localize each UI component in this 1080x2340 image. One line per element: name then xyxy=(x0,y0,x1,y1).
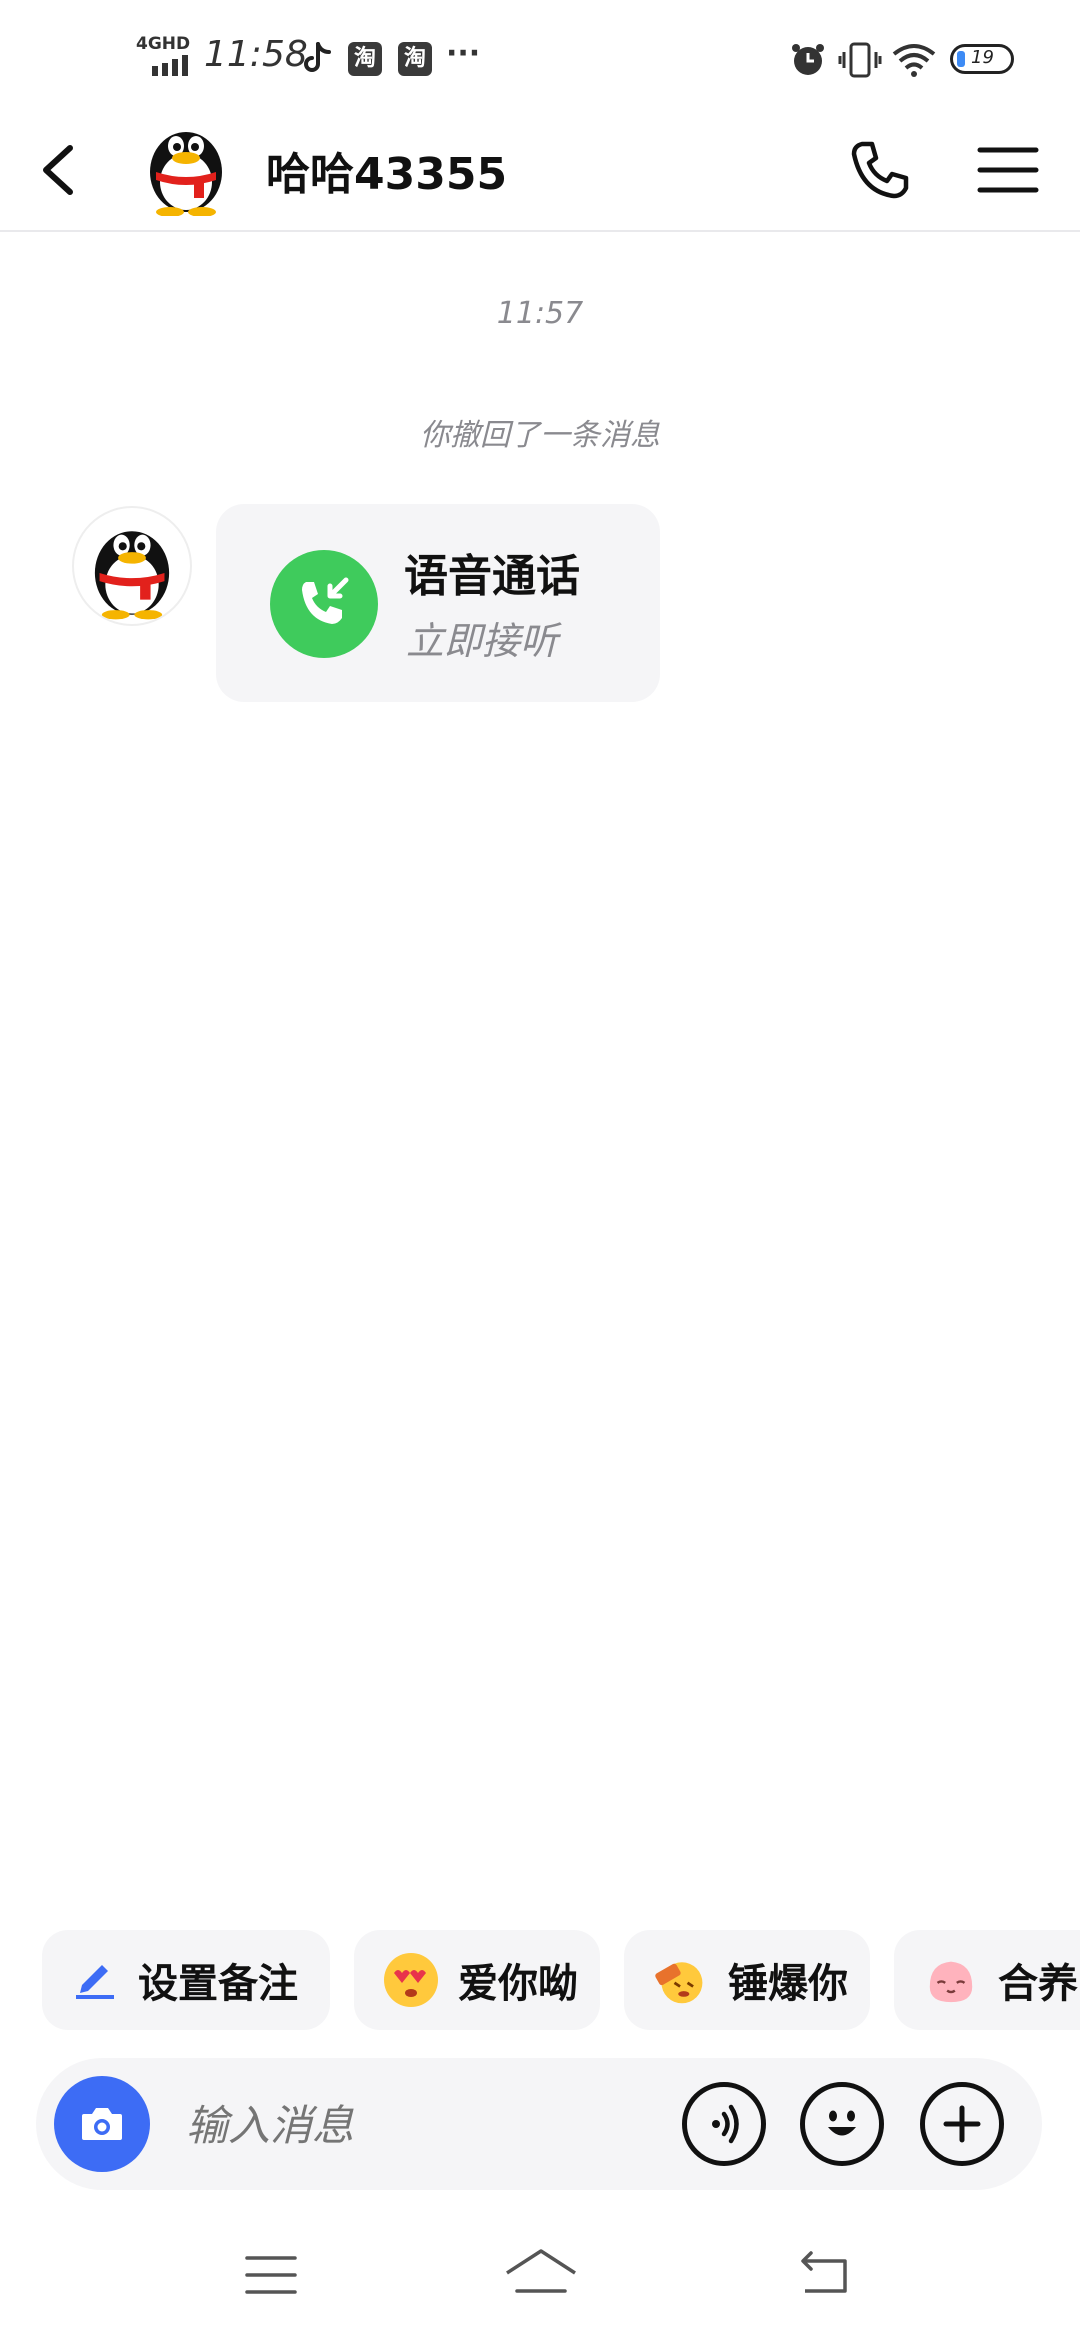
voice-wave-icon xyxy=(712,2104,739,2144)
back-button[interactable] xyxy=(18,128,102,212)
nav-back-button[interactable] xyxy=(778,2230,868,2320)
penguin-avatar-icon xyxy=(150,132,222,217)
chip-heyang[interactable]: 合养 xyxy=(894,1930,1080,2030)
message-timestamp: 11:57 xyxy=(496,296,584,331)
menu-button[interactable] xyxy=(968,130,1048,210)
chip-label: 锤爆你 xyxy=(728,1961,848,2007)
plus-icon xyxy=(943,2105,981,2143)
camera-icon xyxy=(82,2108,122,2140)
phone-icon xyxy=(851,141,909,199)
chat-header: 哈哈43355 xyxy=(0,110,1080,232)
chip-label: 设置备注 xyxy=(138,1961,298,2007)
camera-button[interactable] xyxy=(54,2076,150,2172)
status-bar: 4GHD 11:58 淘 淘 ··· 19 xyxy=(0,0,1080,110)
menu-icon xyxy=(977,147,1039,193)
pencil-icon xyxy=(72,1955,118,2005)
sender-avatar[interactable] xyxy=(72,506,192,626)
message-input[interactable] xyxy=(184,2092,688,2158)
vibrate-icon xyxy=(838,40,882,80)
love-face-emoji xyxy=(384,1953,438,2007)
emoji-button[interactable] xyxy=(800,2082,884,2166)
taobao-icon: 淘 xyxy=(398,42,432,76)
chip-label: 爱你呦 xyxy=(458,1961,578,2007)
chip-love-you[interactable]: 爱你呦 xyxy=(354,1930,600,2030)
chip-set-remark[interactable]: 设置备注 xyxy=(42,1930,330,2030)
battery-level: 19 xyxy=(971,47,994,68)
call-card-title: 语音通话 xyxy=(404,551,580,602)
nav-home-button[interactable] xyxy=(496,2230,586,2320)
chip-label: 合养 xyxy=(998,1961,1078,2007)
signal-icon: 4GHD xyxy=(136,34,196,78)
chat-title: 哈哈43355 xyxy=(266,149,508,200)
more-actions-button[interactable] xyxy=(920,2082,1004,2166)
back-arrow-icon xyxy=(43,145,73,195)
penguin-avatar-icon xyxy=(94,531,170,620)
status-time: 11:58 xyxy=(204,34,308,75)
recents-icon xyxy=(245,2256,297,2294)
smiley-icon xyxy=(828,2110,856,2136)
tiktok-icon xyxy=(300,42,334,76)
voice-call-card[interactable]: 语音通话 立即接听 xyxy=(216,504,660,702)
nav-recents-button[interactable] xyxy=(226,2230,316,2320)
home-icon xyxy=(506,2249,576,2293)
alarm-icon xyxy=(790,42,826,78)
avatar[interactable] xyxy=(138,116,234,217)
chip-hammer-you[interactable]: 锤爆你 xyxy=(624,1930,870,2030)
network-type: 4GHD xyxy=(136,34,191,54)
incoming-call-icon xyxy=(270,550,378,658)
voice-input-button[interactable] xyxy=(682,2082,766,2166)
hammer-face-emoji xyxy=(654,1953,708,2007)
recall-notice: 你撤回了一条消息 xyxy=(420,418,660,453)
more-notifications-icon: ··· xyxy=(446,36,481,71)
taobao-icon: 淘 xyxy=(348,42,382,76)
battery-icon: 19 xyxy=(950,44,1014,74)
return-icon xyxy=(801,2251,847,2293)
peach-emoji xyxy=(924,1953,978,2007)
voice-call-button[interactable] xyxy=(840,130,920,210)
call-card-subtitle: 立即接听 xyxy=(406,619,559,663)
message-input-bar xyxy=(36,2058,1042,2190)
wifi-icon xyxy=(892,40,936,80)
